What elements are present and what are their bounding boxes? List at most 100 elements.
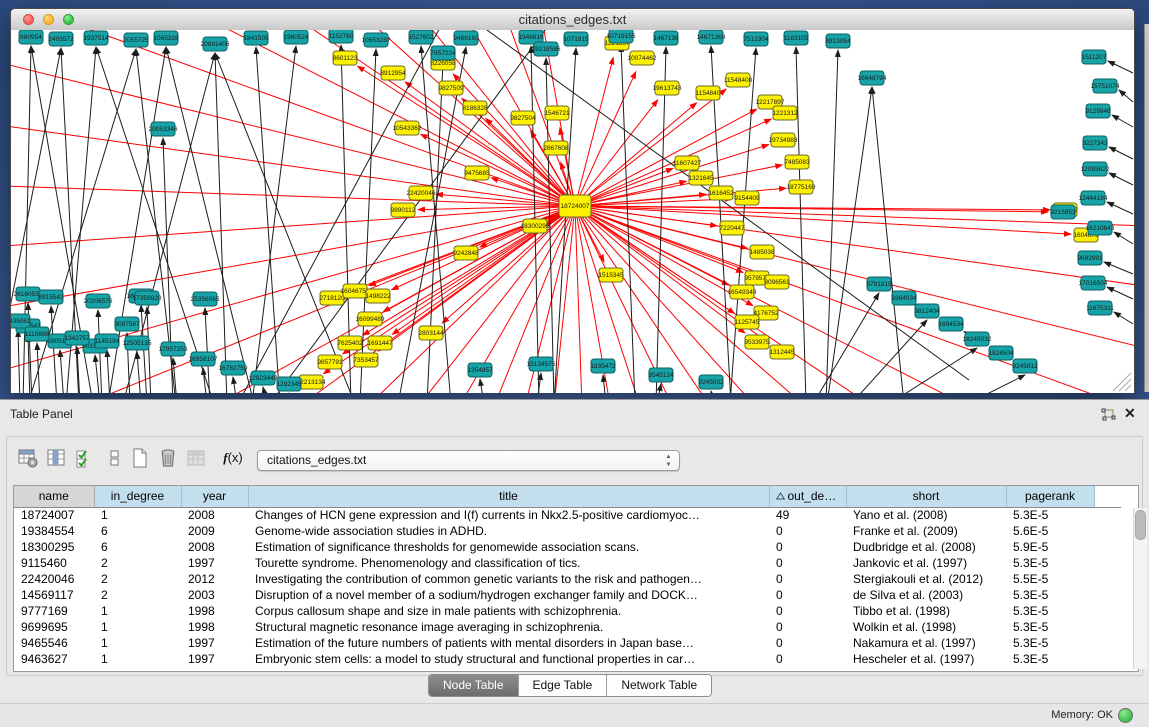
graph-node[interactable]: 1546721: [544, 106, 570, 120]
graph-node[interactable]: 16210643: [1086, 221, 1115, 235]
graph-node[interactable]: 9154409: [734, 191, 760, 205]
panel-float-icon[interactable]: [1100, 408, 1116, 422]
graph-node[interactable]: 1145194: [95, 334, 120, 348]
graph-node[interactable]: 1183105: [784, 31, 809, 45]
table-cell[interactable]: 0: [769, 587, 846, 603]
graph-node[interactable]: 9097587: [114, 317, 140, 331]
graph-node[interactable]: 1354857: [467, 363, 493, 377]
table-cell[interactable]: 2009: [181, 523, 248, 539]
table-cell[interactable]: 1: [94, 619, 181, 635]
graph-edge[interactable]: [173, 358, 177, 393]
graph-node[interactable]: 17016504: [1079, 276, 1108, 290]
table-cell[interactable]: 5.5E-5: [1006, 571, 1094, 587]
graph-edge[interactable]: [392, 206, 575, 290]
table-cell[interactable]: 2: [94, 587, 181, 603]
graph-edge[interactable]: [827, 87, 872, 393]
graph-node[interactable]: 15751074: [1091, 79, 1120, 93]
table-cell[interactable]: 6: [94, 523, 181, 539]
graph-node[interactable]: 1498222: [365, 289, 391, 303]
column-header-year[interactable]: year: [181, 486, 248, 507]
table-cell[interactable]: 1: [94, 635, 181, 651]
graph-node[interactable]: 9242848: [453, 246, 479, 260]
table-cell[interactable]: Stergiakouli et al. (2012): [846, 571, 1006, 587]
table-cell[interactable]: de Silva et al. (2003): [846, 587, 1006, 603]
graph-node[interactable]: 10653287: [362, 33, 391, 47]
graph-edge[interactable]: [442, 206, 575, 323]
graph-node[interactable]: 1125745: [735, 315, 760, 329]
table-cell[interactable]: Tourette syndrome. Phenomenology and cla…: [248, 555, 769, 571]
graph-edge[interactable]: [1112, 115, 1133, 127]
graph-node[interactable]: 1937514: [83, 31, 109, 45]
graph-node[interactable]: 20891406: [201, 37, 230, 51]
delete-icon[interactable]: [156, 446, 180, 470]
table-cell[interactable]: 5.3E-5: [1006, 635, 1094, 651]
graph-node[interactable]: 9215953: [1050, 205, 1076, 219]
graph-edge[interactable]: [252, 46, 296, 393]
table-row[interactable]: 911546021997Tourette syndrome. Phenomeno…: [14, 555, 1121, 571]
table-row[interactable]: 1830029562008Estimation of significance …: [14, 539, 1121, 555]
graph-node[interactable]: 2803144: [418, 326, 444, 340]
graph-node[interactable]: 1152760: [329, 30, 354, 43]
graph-edge[interactable]: [1109, 173, 1133, 185]
table-cell[interactable]: 1998: [181, 619, 248, 635]
table-cell[interactable]: 2: [94, 571, 181, 587]
table-cell[interactable]: 5.3E-5: [1006, 587, 1094, 603]
graph-node[interactable]: 16549349: [728, 285, 757, 299]
table-cell[interactable]: 0: [769, 651, 846, 667]
graph-edge[interactable]: [1109, 147, 1133, 159]
table-cell[interactable]: 49: [769, 507, 846, 523]
table-cell[interactable]: 0: [769, 619, 846, 635]
table-cell[interactable]: 19384554: [14, 523, 94, 539]
graph-node[interactable]: 1321645: [688, 171, 714, 185]
table-row[interactable]: 969969511998Structural magnetic resonanc…: [14, 619, 1121, 635]
graph-node[interactable]: 880954: [19, 30, 43, 44]
graph-edge[interactable]: [480, 379, 484, 393]
table-cell[interactable]: 5.9E-5: [1006, 539, 1094, 555]
table-cell[interactable]: Embryonic stem cells: a model to study s…: [248, 651, 769, 667]
graph-node[interactable]: 18245032: [963, 332, 992, 346]
table-scrollbar[interactable]: [1133, 508, 1147, 669]
table-cell[interactable]: 9777169: [14, 603, 94, 619]
table-cell[interactable]: 5.3E-5: [1006, 603, 1094, 619]
table-row[interactable]: 1938455462009Genome-wide association stu…: [14, 523, 1121, 539]
table-cell[interactable]: Structural magnetic resonance image aver…: [248, 619, 769, 635]
graph-node[interactable]: 1292345: [276, 377, 302, 391]
graph-edge[interactable]: [796, 47, 806, 393]
graph-edge[interactable]: [657, 384, 661, 393]
graph-node[interactable]: 9129946: [1085, 104, 1111, 118]
graph-edge[interactable]: [621, 45, 635, 393]
graph-edge[interactable]: [37, 343, 40, 393]
graph-node[interactable]: 1694534: [938, 317, 964, 331]
graph-node[interactable]: 11607427: [673, 156, 702, 170]
graph-edge[interactable]: [575, 206, 763, 277]
table-cell[interactable]: Estimation of significance thresholds fo…: [248, 539, 769, 555]
graph-edge[interactable]: [60, 350, 64, 393]
graph-node[interactable]: 1835472: [590, 359, 616, 373]
graph-node[interactable]: 7220447: [719, 221, 745, 235]
graph-node[interactable]: 1467136: [653, 31, 679, 45]
graph-edge[interactable]: [358, 66, 575, 206]
graph-node[interactable]: 9227343: [1082, 136, 1108, 150]
table-row[interactable]: 1872400712008Changes of HCN gene express…: [14, 507, 1121, 523]
graph-node[interactable]: 18300295: [521, 219, 550, 233]
graph-edge[interactable]: [575, 58, 613, 206]
graph-node[interactable]: 8915542: [38, 290, 64, 304]
graph-node[interactable]: 1511207: [1082, 50, 1107, 64]
graph-edge[interactable]: [137, 352, 141, 393]
tab-network-table[interactable]: Network Table: [607, 675, 711, 696]
table-cell[interactable]: Hescheler et al. (1997): [846, 651, 1006, 667]
graph-edge[interactable]: [215, 53, 227, 393]
graph-node[interactable]: 11675311: [1086, 301, 1114, 315]
graph-node[interactable]: 8912954: [380, 66, 406, 80]
graph-node[interactable]: 9812404: [914, 304, 940, 318]
graph-node[interactable]: 16782759: [219, 361, 248, 375]
table-cell[interactable]: 22420046: [14, 571, 94, 587]
graph-edge[interactable]: [575, 103, 697, 206]
table-cell[interactable]: Changes of HCN gene expression and I(f) …: [248, 507, 769, 523]
graph-node[interactable]: 9475685: [464, 166, 490, 180]
graph-edge[interactable]: [95, 355, 100, 393]
graph-node[interactable]: 1515345: [598, 268, 624, 282]
graph-node[interactable]: 9245032: [698, 375, 724, 389]
graph-node[interactable]: 11548408: [724, 73, 753, 87]
graph-node[interactable]: 9890112: [391, 203, 416, 217]
